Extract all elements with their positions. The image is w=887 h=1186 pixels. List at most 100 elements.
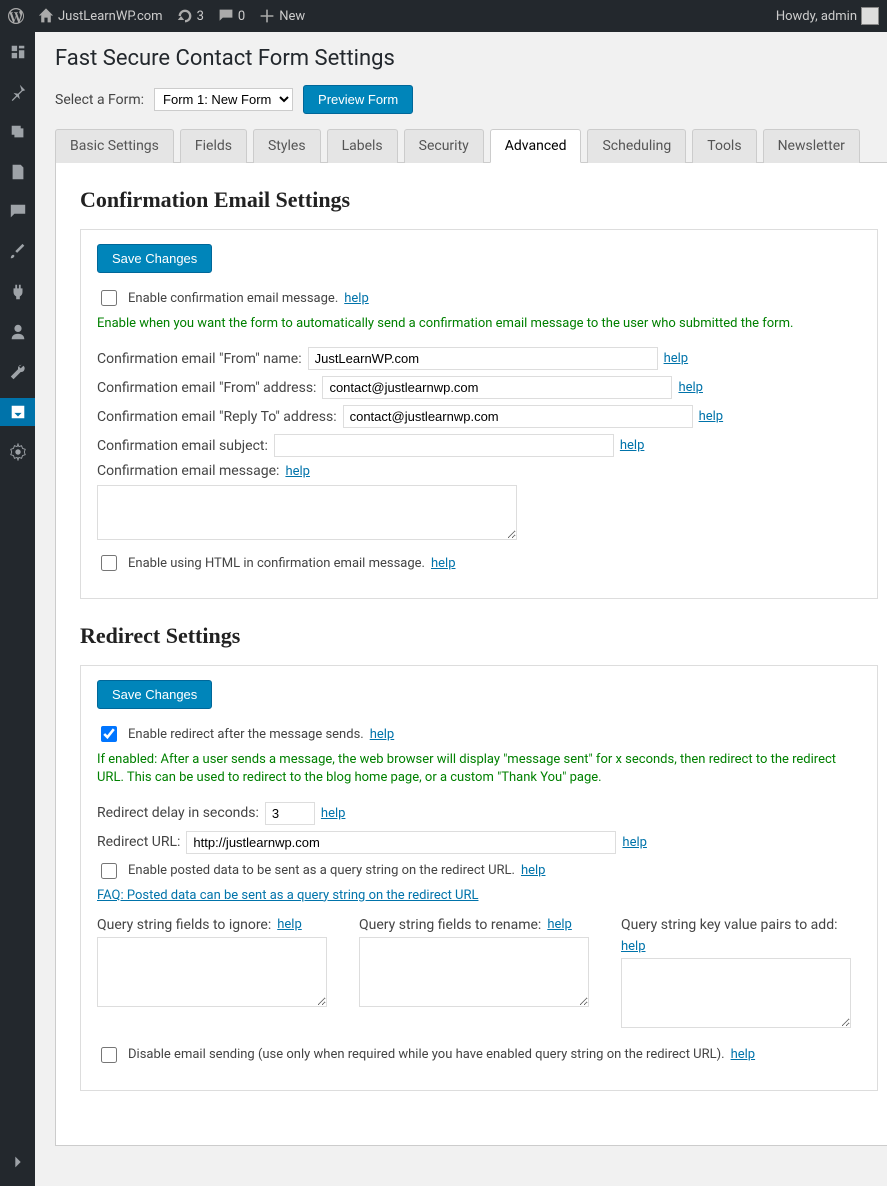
help-link[interactable]: help bbox=[370, 727, 395, 742]
page-title: Fast Secure Contact Form Settings bbox=[55, 46, 887, 71]
form-icon bbox=[9, 403, 27, 421]
subject-label: Confirmation email subject: bbox=[97, 438, 268, 454]
tab-advanced[interactable]: Advanced bbox=[490, 129, 582, 163]
preview-form-button[interactable]: Preview Form bbox=[303, 85, 413, 114]
redirect-delay-input[interactable] bbox=[265, 802, 315, 825]
help-link[interactable]: help bbox=[321, 806, 346, 821]
message-label: Confirmation email message: bbox=[97, 463, 279, 479]
help-link[interactable]: help bbox=[699, 409, 724, 424]
menu-settings[interactable] bbox=[0, 438, 35, 466]
tab-labels[interactable]: Labels bbox=[327, 129, 398, 163]
faq-link[interactable]: FAQ: Posted data can be sent as a query … bbox=[97, 888, 479, 903]
enable-redirect-label[interactable]: Enable redirect after the message sends. bbox=[97, 723, 364, 745]
help-link[interactable]: help bbox=[431, 556, 456, 571]
menu-contact-form[interactable] bbox=[0, 398, 35, 426]
plugin-icon bbox=[9, 283, 27, 301]
enable-html-checkbox[interactable] bbox=[101, 555, 117, 571]
confirmation-hint: Enable when you want the form to automat… bbox=[97, 315, 861, 333]
enable-posted-data-checkbox[interactable] bbox=[101, 863, 117, 879]
help-link[interactable]: help bbox=[521, 863, 546, 878]
help-link[interactable]: help bbox=[621, 939, 646, 954]
main-content: Fast Secure Contact Form Settings Select… bbox=[35, 32, 887, 1186]
tab-basic-settings[interactable]: Basic Settings bbox=[55, 129, 174, 163]
tab-fields[interactable]: Fields bbox=[180, 129, 247, 163]
howdy-text: Howdy, admin bbox=[776, 9, 857, 24]
reply-to-label: Confirmation email "Reply To" address: bbox=[97, 409, 337, 425]
redirect-delay-label: Redirect delay in seconds: bbox=[97, 805, 259, 821]
enable-confirmation-checkbox[interactable] bbox=[101, 290, 117, 306]
qs-ignore-textarea[interactable] bbox=[97, 937, 327, 1007]
updates-icon bbox=[177, 8, 193, 24]
confirmation-message-textarea[interactable] bbox=[97, 485, 517, 540]
admin-bar: JustLearnWP.com 3 0 New Howdy, admin bbox=[0, 0, 887, 32]
help-link[interactable]: help bbox=[731, 1047, 756, 1062]
tab-security[interactable]: Security bbox=[404, 129, 484, 163]
redirect-box: Save Changes Enable redirect after the m… bbox=[80, 665, 878, 1090]
help-link[interactable]: help bbox=[277, 917, 302, 932]
comment-icon bbox=[218, 8, 234, 24]
redirect-url-input[interactable] bbox=[186, 831, 616, 854]
help-link[interactable]: help bbox=[622, 835, 647, 850]
menu-users[interactable] bbox=[0, 318, 35, 346]
reply-to-input[interactable] bbox=[343, 405, 693, 428]
tab-tools[interactable]: Tools bbox=[692, 129, 756, 163]
menu-appearance[interactable] bbox=[0, 238, 35, 266]
media-icon bbox=[9, 123, 27, 141]
page-icon bbox=[9, 163, 27, 181]
help-link[interactable]: help bbox=[344, 291, 369, 306]
comments-link[interactable]: 0 bbox=[218, 8, 245, 24]
menu-dashboard[interactable] bbox=[0, 38, 35, 66]
menu-plugins[interactable] bbox=[0, 278, 35, 306]
query-string-columns: Query string fields to ignore: help Quer… bbox=[97, 917, 861, 1028]
updates-link[interactable]: 3 bbox=[177, 8, 204, 24]
new-content-link[interactable]: New bbox=[259, 8, 305, 24]
help-link[interactable]: help bbox=[664, 351, 689, 366]
enable-redirect-text: Enable redirect after the message sends. bbox=[128, 727, 364, 742]
enable-redirect-checkbox[interactable] bbox=[101, 726, 117, 742]
help-link[interactable]: help bbox=[678, 380, 703, 395]
qs-rename-textarea[interactable] bbox=[359, 937, 589, 1007]
menu-comments[interactable] bbox=[0, 198, 35, 226]
confirmation-heading: Confirmation Email Settings bbox=[80, 187, 878, 213]
subject-input[interactable] bbox=[274, 434, 614, 457]
enable-html-label[interactable]: Enable using HTML in confirmation email … bbox=[97, 552, 425, 574]
enable-posted-data-label[interactable]: Enable posted data to be sent as a query… bbox=[97, 860, 515, 882]
from-name-input[interactable] bbox=[308, 347, 658, 370]
comments-count: 0 bbox=[238, 9, 245, 24]
save-changes-button[interactable]: Save Changes bbox=[97, 680, 212, 709]
tab-newsletter[interactable]: Newsletter bbox=[763, 129, 860, 163]
menu-posts[interactable] bbox=[0, 78, 35, 106]
from-address-input[interactable] bbox=[322, 376, 672, 399]
help-link[interactable]: help bbox=[620, 438, 645, 453]
new-label: New bbox=[279, 9, 305, 24]
tab-scheduling[interactable]: Scheduling bbox=[587, 129, 686, 163]
menu-media[interactable] bbox=[0, 118, 35, 146]
qs-add-textarea[interactable] bbox=[621, 958, 851, 1028]
enable-posted-data-text: Enable posted data to be sent as a query… bbox=[128, 863, 515, 878]
account-link[interactable]: Howdy, admin bbox=[776, 7, 879, 25]
dashboard-icon bbox=[9, 43, 27, 61]
tab-styles[interactable]: Styles bbox=[253, 129, 321, 163]
enable-confirmation-label[interactable]: Enable confirmation email message. bbox=[97, 287, 338, 309]
gear-icon bbox=[9, 443, 27, 461]
tabs: Basic Settings Fields Styles Labels Secu… bbox=[55, 128, 887, 163]
qs-rename-label: Query string fields to rename: bbox=[359, 917, 541, 933]
disable-email-label[interactable]: Disable email sending (use only when req… bbox=[97, 1044, 725, 1066]
menu-tools[interactable] bbox=[0, 358, 35, 386]
wp-logo[interactable] bbox=[8, 8, 24, 24]
form-selector[interactable]: Form 1: New Form bbox=[154, 88, 293, 111]
form-select-row: Select a Form: Form 1: New Form Preview … bbox=[55, 85, 887, 114]
brush-icon bbox=[9, 243, 27, 261]
help-link[interactable]: help bbox=[547, 917, 572, 932]
site-home-link[interactable]: JustLearnWP.com bbox=[38, 8, 163, 24]
site-name: JustLearnWP.com bbox=[58, 9, 163, 24]
redirect-heading: Redirect Settings bbox=[80, 623, 878, 649]
wordpress-icon bbox=[8, 8, 24, 24]
enable-confirmation-text: Enable confirmation email message. bbox=[128, 291, 338, 306]
save-changes-button[interactable]: Save Changes bbox=[97, 244, 212, 273]
menu-pages[interactable] bbox=[0, 158, 35, 186]
disable-email-checkbox[interactable] bbox=[101, 1047, 117, 1063]
admin-sidemenu bbox=[0, 32, 35, 1186]
collapse-menu[interactable] bbox=[0, 1148, 35, 1176]
help-link[interactable]: help bbox=[285, 464, 310, 479]
